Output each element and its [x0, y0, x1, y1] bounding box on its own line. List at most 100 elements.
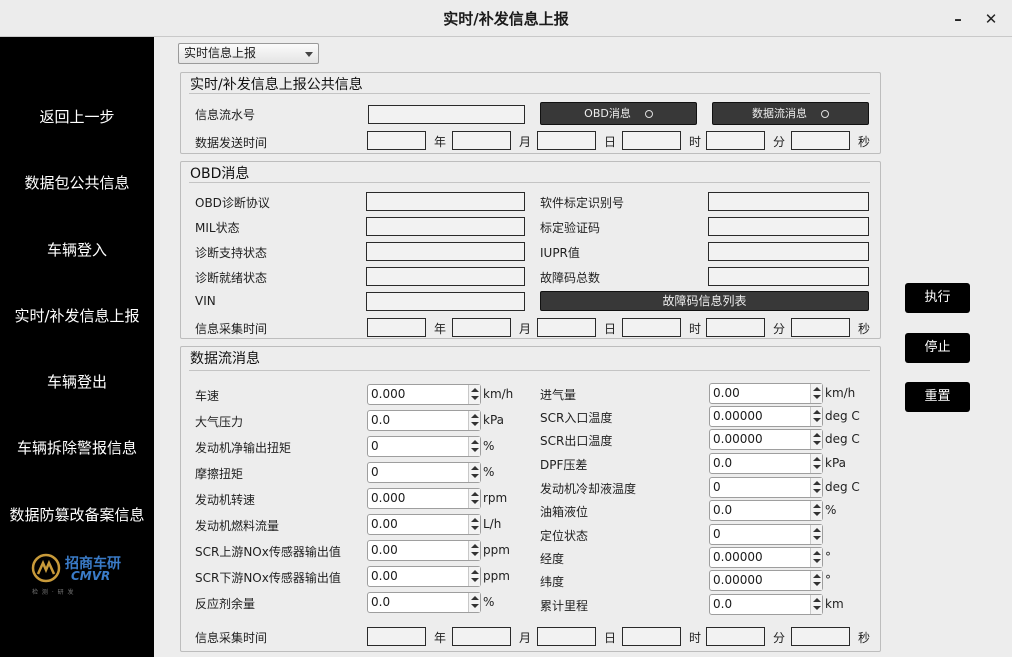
arrow-up-icon — [471, 440, 479, 444]
stepper-arrows-icon[interactable] — [468, 541, 480, 560]
stream-collect-date-field-1[interactable] — [452, 627, 511, 646]
obd-right-input-3[interactable] — [708, 267, 869, 286]
obd-collect-date-field-0[interactable] — [367, 318, 426, 337]
stepper-arrows-icon[interactable] — [468, 489, 480, 508]
stepper-arrows-icon[interactable] — [468, 463, 480, 482]
stream-collect-date-field-5[interactable] — [791, 627, 850, 646]
obd-collect-date-field-1[interactable] — [452, 318, 511, 337]
obd-right-input-2[interactable] — [708, 242, 869, 261]
company-logo: 招商车研 CMVR 检 测 · 研 发 — [28, 551, 128, 597]
stream-right-spinbox-6[interactable]: 0 — [709, 524, 823, 545]
nav-realtime-report[interactable]: 实时/补发信息上报 — [0, 305, 154, 326]
obd-right-input-1[interactable] — [708, 217, 869, 236]
stream-right-spinbox-2[interactable]: 0.00000 — [709, 429, 823, 450]
obd-right-input-0[interactable] — [708, 192, 869, 211]
stream-right-spinbox-0[interactable]: 0.00 — [709, 383, 823, 404]
stream-left-spinbox-2[interactable]: 0 — [367, 436, 481, 457]
obd-left-input-3[interactable] — [366, 267, 525, 286]
stream-collect-date-field-3[interactable] — [622, 627, 681, 646]
stream-left-spinbox-0[interactable]: 0.000 — [367, 384, 481, 405]
obd-collect-date-field-4[interactable] — [706, 318, 765, 337]
stepper-arrows-icon[interactable] — [810, 407, 822, 426]
stream-right-unit-4: deg C — [825, 480, 860, 494]
stepper-arrows-icon[interactable] — [468, 593, 480, 612]
reset-button[interactable]: 重置 — [905, 382, 970, 412]
stream-left-label-1: 大气压力 — [195, 415, 244, 429]
stepper-arrows-icon[interactable] — [810, 384, 822, 403]
stepper-arrows-icon[interactable] — [468, 385, 480, 404]
send-time-date-field-3[interactable] — [622, 131, 681, 150]
stream-left-spinbox-7[interactable]: 0.00 — [367, 566, 481, 587]
send-time-date-field-1[interactable] — [452, 131, 511, 150]
stepper-arrows-icon[interactable] — [810, 478, 822, 497]
close-button[interactable]: ✕ — [981, 9, 1001, 29]
stepper-arrows-icon[interactable] — [810, 501, 822, 520]
obd-left-input-4[interactable] — [366, 292, 525, 311]
arrow-down-icon — [813, 418, 821, 422]
data-stream-title: 数据流消息 — [190, 351, 260, 367]
nav-removal-alarm[interactable]: 车辆拆除警报信息 — [0, 437, 154, 458]
obd-collect-time-label: 信息采集时间 — [195, 322, 268, 336]
stepper-arrows-icon[interactable] — [810, 595, 822, 614]
stop-button[interactable]: 停止 — [905, 333, 970, 363]
stepper-arrows-icon[interactable] — [810, 571, 822, 590]
nav-tamper-record[interactable]: 数据防篡改备案信息 — [0, 504, 154, 525]
obd-message-button[interactable]: OBD消息 — [540, 102, 697, 125]
stream-right-label-0: 进气量 — [540, 388, 577, 402]
stream-right-spinbox-5[interactable]: 0.0 — [709, 500, 823, 521]
stream-left-spinbox-3[interactable]: 0 — [367, 462, 481, 483]
stream-left-spinbox-4[interactable]: 0.000 — [367, 488, 481, 509]
stepper-arrows-icon[interactable] — [810, 454, 822, 473]
send-time-date-field-2[interactable] — [537, 131, 596, 150]
fault-code-list-button[interactable]: 故障码信息列表 — [540, 291, 869, 311]
logo-tagline: 检 测 · 研 发 — [32, 589, 75, 596]
nav-vehicle-login[interactable]: 车辆登入 — [0, 239, 154, 260]
stream-left-label-6: SCR上游NOx传感器输出值 — [195, 545, 341, 559]
stream-right-spinbox-3[interactable]: 0.0 — [709, 453, 823, 474]
nav-vehicle-logout[interactable]: 车辆登出 — [0, 371, 154, 392]
stream-left-spinbox-6[interactable]: 0.00 — [367, 540, 481, 561]
stream-left-spinbox-5[interactable]: 0.00 — [367, 514, 481, 535]
obd-collect-date-field-2[interactable] — [537, 318, 596, 337]
stream-left-spinbox-8[interactable]: 0.0 — [367, 592, 481, 613]
stream-left-label-4: 发动机转速 — [195, 493, 256, 507]
stream-left-spinbox-1[interactable]: 0.0 — [367, 410, 481, 431]
stream-right-spinbox-8[interactable]: 0.00000 — [709, 570, 823, 591]
data-stream-button[interactable]: 数据流消息 — [712, 102, 869, 125]
stream-collect-date-field-2[interactable] — [537, 627, 596, 646]
nav-packet-public-info[interactable]: 数据包公共信息 — [0, 172, 154, 193]
obd-left-input-1[interactable] — [366, 217, 525, 236]
stepper-arrows-icon[interactable] — [810, 525, 822, 544]
stepper-arrows-icon[interactable] — [468, 437, 480, 456]
stepper-arrows-icon[interactable] — [468, 515, 480, 534]
arrow-up-icon — [813, 574, 821, 578]
stepper-arrows-icon[interactable] — [468, 567, 480, 586]
send-time-date-field-5[interactable] — [791, 131, 850, 150]
stepper-arrows-icon[interactable] — [810, 548, 822, 567]
stream-right-spinbox-7[interactable]: 0.00000 — [709, 547, 823, 568]
send-time-date-field-4[interactable] — [706, 131, 765, 150]
stepper-arrows-icon[interactable] — [468, 411, 480, 430]
stream-collect-date-field-4[interactable] — [706, 627, 765, 646]
serial-number-input[interactable] — [368, 105, 525, 124]
stepper-arrows-icon[interactable] — [810, 430, 822, 449]
send-time-date-field-0[interactable] — [367, 131, 426, 150]
obd-left-label-4: VIN — [195, 294, 216, 308]
mode-select[interactable]: 实时信息上报 — [178, 43, 319, 64]
obd-left-input-0[interactable] — [366, 192, 525, 211]
stream-right-spinbox-9[interactable]: 0.0 — [709, 594, 823, 615]
obd-collect-date-field-5[interactable] — [791, 318, 850, 337]
execute-button[interactable]: 执行 — [905, 283, 970, 313]
stream-right-spinbox-4[interactable]: 0 — [709, 477, 823, 498]
obd-left-label-1: MIL状态 — [195, 221, 240, 235]
minimize-button[interactable]: – — [948, 9, 968, 29]
stream-right-spinbox-1[interactable]: 0.00000 — [709, 406, 823, 427]
stream-left-unit-6: ppm — [483, 543, 510, 557]
obd-collect-date-field-3[interactable] — [622, 318, 681, 337]
nav-back[interactable]: 返回上一步 — [0, 106, 154, 127]
stream-collect-date-field-0[interactable] — [367, 627, 426, 646]
stream-left-unit-0: km/h — [483, 387, 514, 401]
stream-left-unit-2: % — [483, 439, 495, 453]
arrow-down-icon — [471, 500, 479, 504]
obd-left-input-2[interactable] — [366, 242, 525, 261]
